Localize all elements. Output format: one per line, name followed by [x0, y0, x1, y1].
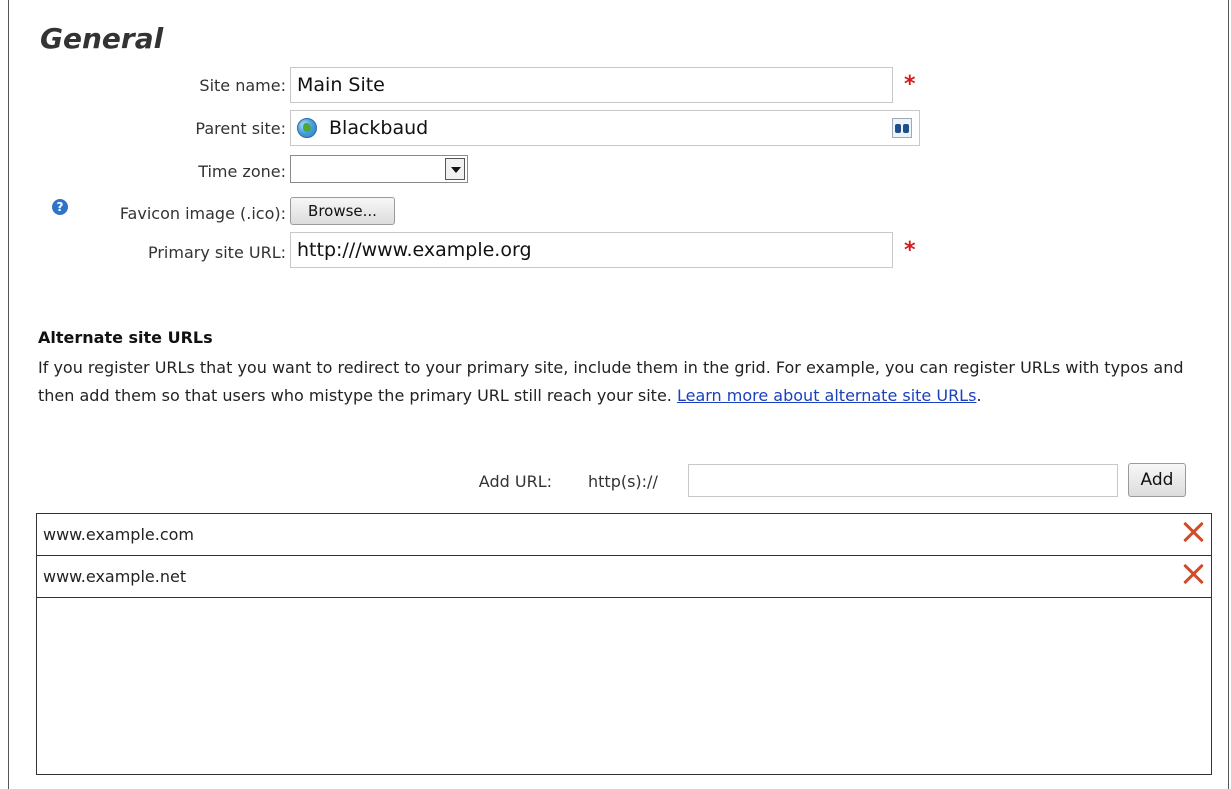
required-indicator-url: *	[904, 238, 916, 263]
site-name-label: Site name:	[199, 76, 286, 95]
primary-url-label: Primary site URL:	[147, 243, 286, 262]
site-name-input[interactable]: Main Site	[290, 67, 893, 103]
browse-button[interactable]: Browse...	[290, 197, 395, 225]
add-url-input[interactable]	[688, 464, 1118, 497]
chevron-down-icon[interactable]	[445, 158, 465, 180]
favicon-label: Favicon image (.ico):	[119, 204, 286, 223]
table-row: www.example.net	[37, 556, 1211, 598]
url-cell: www.example.com	[43, 525, 194, 544]
url-prefix: http(s)://	[588, 472, 658, 491]
delete-icon[interactable]	[1181, 562, 1205, 586]
section-title: General	[40, 22, 164, 55]
time-zone-label: Time zone:	[198, 162, 286, 181]
table-row: www.example.com	[37, 514, 1211, 556]
learn-more-link[interactable]: Learn more about alternate site URLs	[677, 386, 976, 405]
add-url-label: Add URL:	[478, 472, 552, 491]
description-text: If you register URLs that you want to re…	[38, 358, 1184, 405]
alternate-urls-description: If you register URLs that you want to re…	[38, 354, 1188, 410]
help-icon[interactable]: ?	[52, 199, 68, 215]
url-cell: www.example.net	[43, 567, 187, 586]
binoculars-search-icon[interactable]	[892, 118, 912, 138]
description-end: .	[976, 386, 982, 405]
alternate-urls-grid: www.example.com www.example.net	[36, 513, 1212, 775]
alternate-urls-heading: Alternate site URLs	[38, 328, 213, 347]
parent-site-field[interactable]: Blackbaud	[290, 110, 920, 146]
globe-icon	[297, 118, 317, 138]
required-indicator: *	[904, 72, 916, 97]
delete-icon[interactable]	[1181, 520, 1205, 544]
time-zone-select[interactable]	[290, 155, 468, 183]
parent-site-label: Parent site:	[195, 119, 286, 138]
add-url-button[interactable]: Add	[1128, 463, 1186, 497]
primary-url-input[interactable]: http:///www.example.org	[290, 232, 893, 268]
